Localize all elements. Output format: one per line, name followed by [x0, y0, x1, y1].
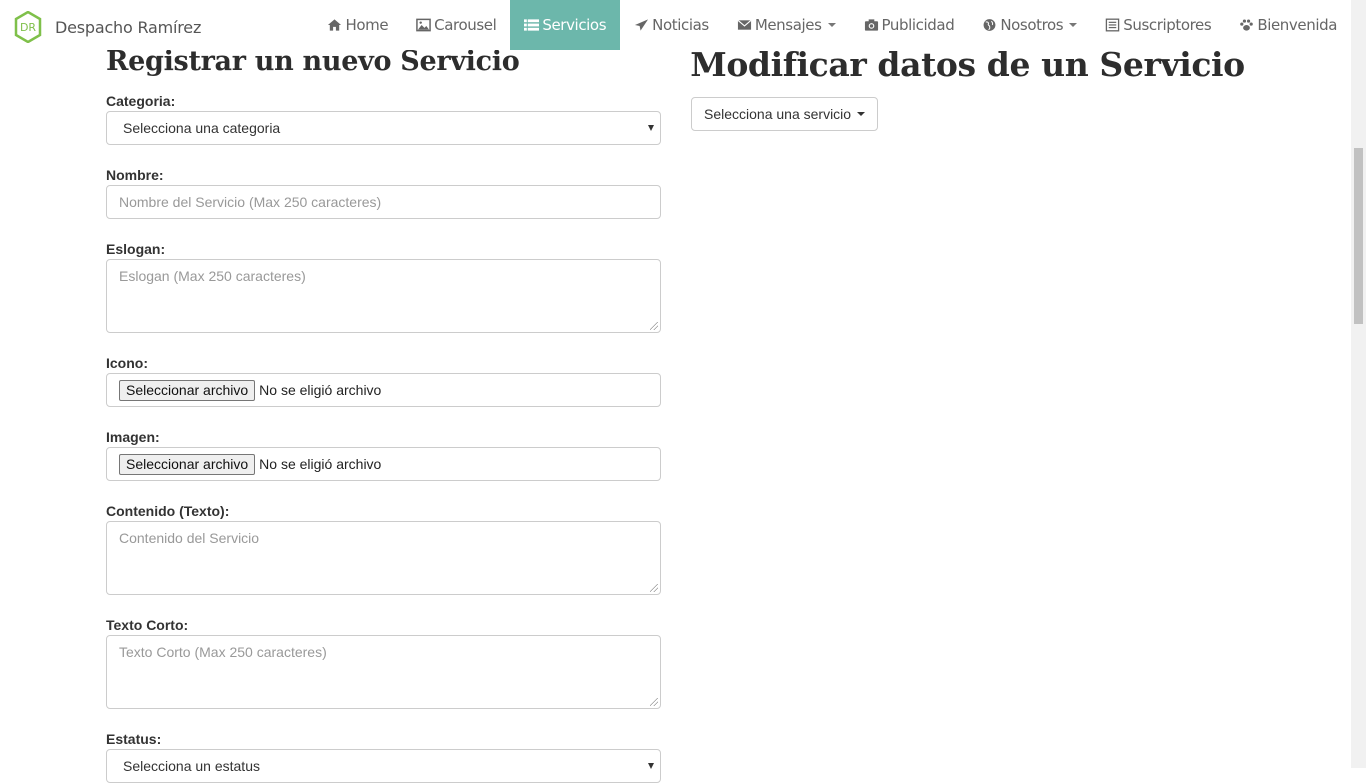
eslogan-placeholder: Eslogan (Max 250 caracteres) — [119, 268, 306, 284]
modify-title: Modificar datos de un Servicio — [690, 45, 1245, 84]
nav-publicidad[interactable]: Publicidad — [850, 0, 969, 50]
nav-home-label: Home — [345, 16, 389, 34]
send-icon — [635, 19, 649, 31]
chevron-down-icon — [827, 23, 836, 27]
page-scrollbar[interactable] — [1351, 0, 1366, 768]
brand[interactable]: DR Despacho Ramírez — [14, 11, 201, 43]
icono-file-status: No se eligió archivo — [259, 382, 382, 398]
nav-carousel-label: Carousel — [434, 16, 497, 34]
categoria-select-value: Selecciona una categoria — [123, 120, 281, 136]
contenido-label: Contenido (Texto): — [106, 503, 230, 519]
imagen-file-status: No se eligió archivo — [259, 456, 382, 472]
nombre-label: Nombre: — [106, 167, 164, 183]
icono-file-input[interactable]: Seleccionar archivo No se eligió archivo — [106, 373, 661, 407]
imagen-label: Imagen: — [106, 429, 160, 445]
icono-file-button[interactable]: Seleccionar archivo — [119, 379, 256, 401]
eslogan-label: Eslogan: — [106, 241, 166, 257]
paw-icon — [1240, 19, 1254, 31]
nombre-placeholder: Nombre del Servicio (Max 250 caracteres) — [119, 194, 382, 210]
imagen-file-input[interactable]: Seleccionar archivo No se eligió archivo — [106, 447, 661, 481]
servicio-dropdown-button[interactable]: Selecciona una servicio — [691, 97, 879, 131]
eslogan-textarea[interactable]: Eslogan (Max 250 caracteres) — [106, 259, 661, 333]
nav-publicidad-label: Publicidad — [881, 16, 955, 34]
nav-mensajes-label: Mensajes — [754, 16, 822, 34]
nav-suscriptores[interactable]: Suscriptores — [1091, 0, 1225, 50]
home-icon — [328, 19, 342, 31]
nav-noticias[interactable]: Noticias — [620, 0, 723, 50]
estatus-select[interactable]: Selecciona un estatus — [106, 749, 661, 783]
servicio-dropdown-label: Selecciona una servicio — [704, 106, 852, 122]
chevron-down-icon — [857, 112, 866, 116]
nav-home[interactable]: Home — [313, 0, 402, 50]
navbar: DR Despacho Ramírez Home Carousel Servic… — [0, 0, 1351, 50]
camera-icon — [864, 19, 878, 31]
texto-corto-placeholder: Texto Corto (Max 250 caracteres) — [119, 644, 327, 660]
imagen-file-button[interactable]: Seleccionar archivo — [119, 453, 256, 475]
list-alt-icon — [1105, 18, 1120, 32]
main-nav: Home Carousel Servicios Noticias Mensaje… — [313, 0, 1351, 50]
texto-corto-textarea[interactable]: Texto Corto (Max 250 caracteres) — [106, 635, 661, 709]
nav-mensajes[interactable]: Mensajes — [723, 0, 850, 50]
envelope-icon — [737, 19, 752, 30]
nav-nosotros-label: Nosotros — [1000, 16, 1064, 34]
nav-servicios[interactable]: Servicios — [510, 0, 621, 50]
list-icon — [524, 19, 540, 31]
resize-grip-icon[interactable] — [650, 322, 658, 330]
nav-carousel[interactable]: Carousel — [402, 0, 510, 50]
estatus-select-value: Selecciona un estatus — [123, 758, 260, 774]
chevron-down-icon — [1069, 23, 1078, 27]
nav-noticias-label: Noticias — [652, 16, 709, 34]
brand-name[interactable]: Despacho Ramírez — [55, 18, 201, 37]
nav-nosotros[interactable]: Nosotros — [968, 0, 1091, 50]
nav-servicios-label: Servicios — [542, 16, 607, 34]
select-arrow-icon — [648, 763, 654, 769]
nav-bienvenida-label: Bienvenida — [1257, 16, 1337, 34]
select-arrow-icon — [648, 125, 654, 131]
svg-text:DR: DR — [20, 21, 36, 34]
picture-icon — [416, 18, 431, 32]
nombre-input[interactable]: Nombre del Servicio (Max 250 caracteres) — [106, 185, 661, 219]
nav-suscriptores-label: Suscriptores — [1123, 16, 1212, 34]
contenido-placeholder: Contenido del Servicio — [119, 530, 260, 546]
nav-bienvenida[interactable]: Bienvenida — [1225, 0, 1351, 50]
contenido-textarea[interactable]: Contenido del Servicio — [106, 521, 661, 595]
categoria-select[interactable]: Selecciona una categoria — [106, 111, 661, 145]
scrollbar-thumb[interactable] — [1354, 148, 1363, 324]
resize-grip-icon[interactable] — [650, 698, 658, 706]
icono-label: Icono: — [106, 355, 148, 371]
texto-corto-label: Texto Corto: — [106, 617, 189, 633]
categoria-label: Categoria: — [106, 93, 176, 109]
estatus-label: Estatus: — [106, 731, 162, 747]
brand-logo-icon: DR — [14, 11, 42, 43]
resize-grip-icon[interactable] — [650, 584, 658, 592]
globe-icon — [983, 19, 996, 31]
